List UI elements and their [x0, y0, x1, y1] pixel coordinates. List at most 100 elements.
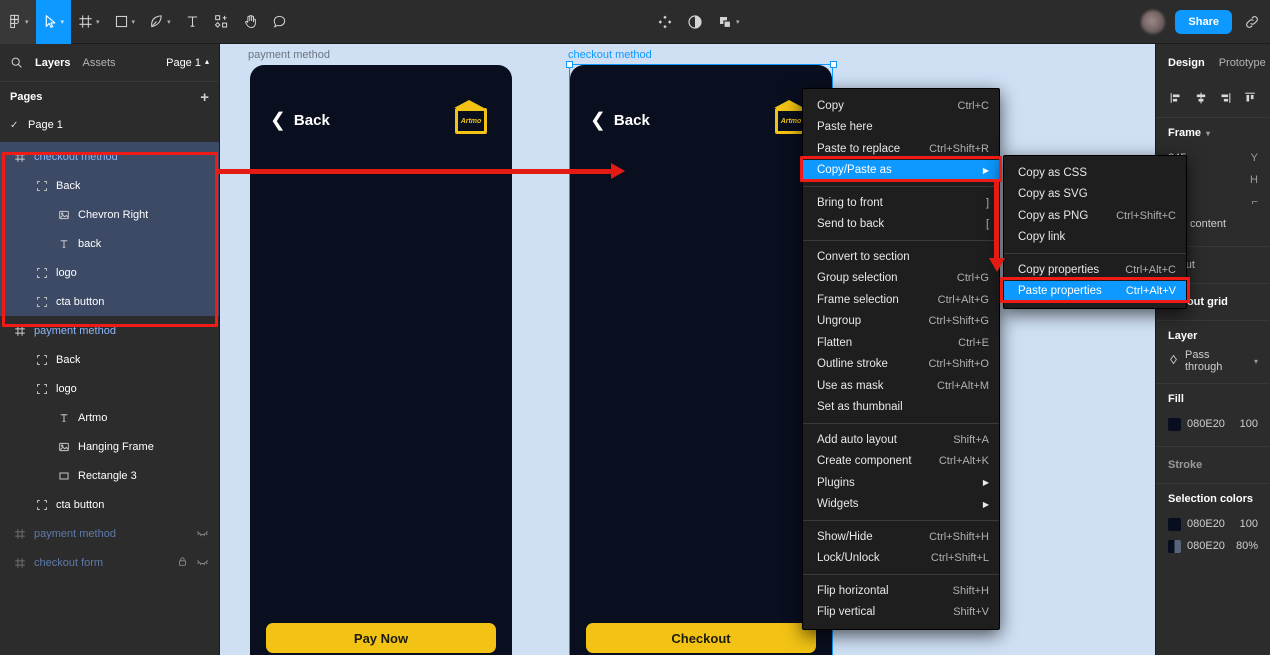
menu-item-widgets[interactable]: Widgets ▶ [803, 494, 999, 516]
menu-item-lock-unlock[interactable]: Lock/Unlock Ctrl+Shift+L [803, 548, 999, 570]
page-selector[interactable]: Page 1 ▴ [166, 57, 209, 69]
resize-handle-tl[interactable] [566, 61, 573, 68]
tab-prototype[interactable]: Prototype [1219, 57, 1266, 69]
submenu-item-copy-link[interactable]: Copy link [1004, 227, 1186, 249]
submenu-item-copy-as-svg[interactable]: Copy as SVG [1004, 184, 1186, 206]
figma-menu-icon[interactable]: ▾ [0, 0, 36, 44]
frame-label-payment-method[interactable]: payment method [248, 49, 330, 61]
menu-item-ungroup[interactable]: Ungroup Ctrl+Shift+G [803, 311, 999, 333]
frame-label-checkout-method[interactable]: checkout method [568, 49, 652, 61]
menu-item-outline-stroke[interactable]: Outline stroke Ctrl+Shift+O [803, 354, 999, 376]
align-top-icon[interactable] [1243, 91, 1257, 108]
chevron-down-icon: ▾ [131, 19, 136, 26]
components-icon[interactable] [650, 0, 680, 44]
text-tool[interactable] [178, 0, 207, 44]
submenu-item-copy-as-png[interactable]: Copy as PNG Ctrl+Shift+C [1004, 205, 1186, 227]
menu-item-add-auto-layout[interactable]: Add auto layout Shift+A [803, 429, 999, 451]
lock-icon[interactable] [177, 556, 188, 570]
layer-row-chevron-right[interactable]: Chevron Right [0, 200, 219, 229]
device-frame-payment-method[interactable]: ❮ Back Artmo Pay Now [250, 65, 512, 655]
submenu-item-copy-properties[interactable]: Copy properties Ctrl+Alt+C [1004, 259, 1186, 281]
submenu-item-separator [1004, 253, 1186, 254]
context-menu[interactable]: Copy Ctrl+C Paste here Paste to replace Ctrl… [802, 88, 1000, 630]
selection-color-row[interactable]: 080E20 80% [1168, 535, 1258, 557]
frame-tool[interactable]: ▾ [71, 0, 107, 44]
fill-row[interactable]: 080E20 100 [1168, 413, 1258, 435]
pen-tool[interactable]: ▾ [142, 0, 178, 44]
add-page-button[interactable]: + [200, 90, 209, 105]
menu-item-copy-paste-as[interactable]: Copy/Paste as ▶ [803, 159, 999, 181]
comment-tool[interactable] [265, 0, 294, 44]
layer-row-logo[interactable]: logo [0, 374, 219, 403]
menu-item-shortcut: Ctrl+Shift+L [930, 552, 989, 565]
context-submenu-copy-paste-as[interactable]: Copy as CSS Copy as SVG Copy as PNG Ctrl+Sh… [1003, 155, 1187, 309]
menu-item-bring-to-front[interactable]: Bring to front] [803, 192, 999, 214]
boolean-ops-icon[interactable]: ▾ [710, 0, 747, 44]
layer-row-checkout-form[interactable]: checkout form [0, 548, 219, 577]
submenu-item-paste-properties[interactable]: Paste properties Ctrl+Alt+V [1004, 280, 1186, 302]
eye-hidden-icon[interactable] [196, 526, 209, 542]
menu-item-group-selection[interactable]: Group selection Ctrl+G [803, 268, 999, 290]
align-right-icon[interactable] [1218, 91, 1232, 108]
fill-color-swatch[interactable] [1168, 417, 1181, 431]
copy-link-icon[interactable] [1240, 0, 1270, 44]
menu-item-shortcut: Ctrl+Shift+H [929, 530, 989, 543]
tab-layers[interactable]: Layers [35, 57, 70, 69]
eye-hidden-icon[interactable] [196, 555, 209, 571]
resources-tool[interactable] [207, 0, 236, 44]
layer-row-payment-method[interactable]: payment method [0, 519, 219, 548]
menu-item-flip-horizontal[interactable]: Flip horizontal Shift+H [803, 580, 999, 602]
align-left-icon[interactable] [1169, 91, 1183, 108]
menu-item-flip-vertical[interactable]: Flip vertical Shift+V [803, 602, 999, 624]
menu-item-paste-here[interactable]: Paste here [803, 117, 999, 139]
layer-row-payment-method[interactable]: payment method [0, 316, 219, 345]
share-button[interactable]: Share [1175, 9, 1232, 34]
selection-color-swatch[interactable] [1168, 517, 1181, 531]
layer-row-logo[interactable]: logo [0, 258, 219, 287]
menu-item-show-hide[interactable]: Show/Hide Ctrl+Shift+H [803, 526, 999, 548]
contrast-icon[interactable] [680, 0, 710, 44]
layer-row-cta-button[interactable]: cta button [0, 490, 219, 519]
menu-item-create-component[interactable]: Create component Ctrl+Alt+K [803, 451, 999, 473]
back-control-checkout[interactable]: ❮ Back [590, 111, 650, 130]
shape-tool[interactable]: ▾ [107, 0, 143, 44]
submenu-item-copy-as-css[interactable]: Copy as CSS [1004, 162, 1186, 184]
menu-item-plugins[interactable]: Plugins ▶ [803, 472, 999, 494]
menu-item-copy[interactable]: Copy Ctrl+C [803, 95, 999, 117]
page-item-page1[interactable]: ✓ Page 1 [0, 112, 219, 138]
menu-item-flatten[interactable]: Flatten Ctrl+E [803, 332, 999, 354]
tab-design[interactable]: Design [1168, 57, 1205, 69]
layer-row-artmo[interactable]: Artmo [0, 403, 219, 432]
avatar[interactable] [1141, 9, 1166, 34]
canvas[interactable]: payment method ❮ Back Artmo Pay Now chec… [220, 44, 1155, 655]
device-frame-checkout-method[interactable]: ❮ Back Artmo Checkout [570, 65, 832, 655]
resize-handle-tr[interactable] [830, 61, 837, 68]
layer-row-hanging-frame[interactable]: Hanging Frame [0, 432, 219, 461]
selection-color-swatch[interactable] [1168, 539, 1181, 553]
menu-item-use-as-mask[interactable]: Use as mask Ctrl+Alt+M [803, 375, 999, 397]
menu-item-send-to-back[interactable]: Send to back [ [803, 214, 999, 236]
annotation-arrow-2-head [989, 258, 1005, 272]
hand-tool[interactable] [236, 0, 265, 44]
selection-color-row[interactable]: 080E20 100 [1168, 513, 1258, 535]
move-tool[interactable]: ▾ [35, 0, 72, 44]
layer-row-back[interactable]: Back [0, 345, 219, 374]
menu-item-paste-to-replace[interactable]: Paste to replace Ctrl+Shift+R [803, 138, 999, 160]
back-control-payment[interactable]: ❮ Back [270, 111, 330, 130]
blend-mode-row[interactable]: Pass through ▾ [1168, 349, 1258, 373]
cta-button-checkout[interactable]: Checkout [586, 623, 816, 653]
layer-row-cta-button[interactable]: cta button [0, 287, 219, 316]
cta-button-pay-now[interactable]: Pay Now [266, 623, 496, 653]
layer-row-back[interactable]: back [0, 229, 219, 258]
logo-badge-payment[interactable]: Artmo [455, 108, 487, 134]
layer-row-rectangle-3[interactable]: Rectangle 3 [0, 461, 219, 490]
align-horizontal-center-icon[interactable] [1194, 91, 1208, 108]
layer-row-checkout-method[interactable]: checkout method [0, 142, 219, 171]
menu-item-frame-selection[interactable]: Frame selection Ctrl+Alt+G [803, 289, 999, 311]
search-icon[interactable] [10, 56, 23, 69]
menu-item-convert-to-section[interactable]: Convert to section [803, 246, 999, 268]
menu-item-shortcut: Shift+V [953, 606, 989, 619]
layer-row-back[interactable]: Back [0, 171, 219, 200]
menu-item-set-as-thumbnail[interactable]: Set as thumbnail [803, 397, 999, 419]
tab-assets[interactable]: Assets [82, 57, 115, 69]
